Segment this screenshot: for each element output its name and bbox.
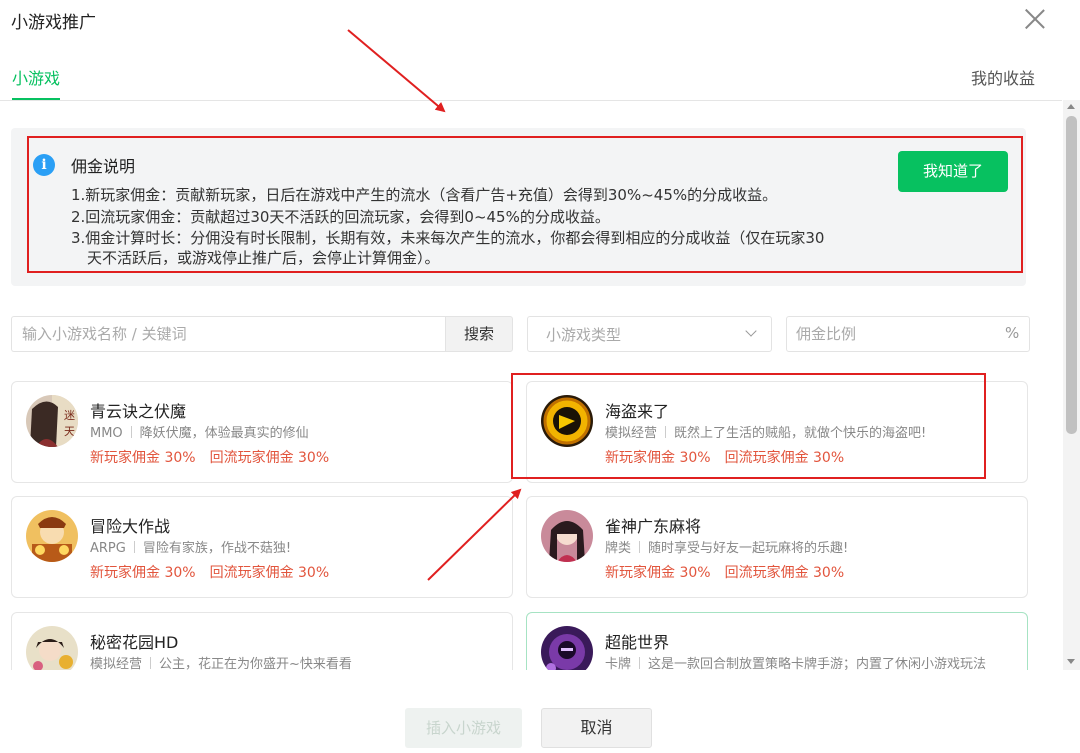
game-name: 青云诀之伏魔 bbox=[90, 402, 187, 421]
new-player-commission: 新玩家佣金 30% bbox=[90, 565, 196, 581]
meta-divider bbox=[639, 541, 641, 553]
commission-ratio-input[interactable] bbox=[796, 317, 996, 351]
meta-divider bbox=[150, 657, 152, 669]
game-avatar-image bbox=[26, 626, 78, 670]
game-avatar-image bbox=[26, 510, 78, 562]
return-player-commission: 回流玩家佣金 30% bbox=[209, 450, 330, 466]
dialog-title: 小游戏推广 bbox=[11, 13, 96, 33]
game-meta: ARPG 冒险有家族，作战不菇独! bbox=[90, 537, 510, 556]
game-type: MMO bbox=[90, 426, 123, 441]
game-card[interactable]: 雀神广东麻将 牌类 随时享受与好友一起玩麻将的乐趣! 新玩家佣金 30% 回流玩家佣… bbox=[526, 496, 1028, 598]
game-card[interactable]: 超能世界 卡牌 这是一款回合制放置策略卡牌手游；内置了休闲小游戏玩法 bbox=[526, 612, 1028, 670]
game-avatar bbox=[541, 510, 593, 562]
search-box bbox=[11, 316, 445, 352]
game-meta: 牌类 随时享受与好友一起玩麻将的乐趣! bbox=[605, 537, 1025, 556]
new-player-commission: 新玩家佣金 30% bbox=[90, 450, 196, 466]
game-avatar-image bbox=[541, 510, 593, 562]
game-type-select[interactable]: 小游戏类型 bbox=[527, 316, 772, 352]
meta-divider bbox=[133, 541, 135, 553]
game-name: 冒险大作战 bbox=[90, 517, 171, 536]
annotation-box bbox=[511, 373, 986, 479]
game-avatar bbox=[26, 626, 78, 670]
scroll-up-arrow-icon[interactable] bbox=[1067, 104, 1075, 109]
game-avatar: 迷 天 bbox=[26, 395, 78, 447]
search-button[interactable]: 搜索 bbox=[445, 316, 513, 352]
meta-divider bbox=[639, 657, 641, 669]
tab-bar: 小游戏 我的收益 bbox=[0, 60, 1062, 101]
game-commission: 新玩家佣金 30% 回流玩家佣金 30% bbox=[90, 562, 329, 582]
close-icon[interactable] bbox=[1024, 8, 1046, 30]
game-desc: 降妖伏魔，体验最真实的修仙 bbox=[139, 426, 309, 441]
meta-divider bbox=[130, 426, 132, 438]
svg-text:迷: 迷 bbox=[64, 409, 75, 422]
game-name: 超能世界 bbox=[605, 633, 670, 652]
percent-unit: % bbox=[1005, 324, 1020, 342]
game-avatar-image bbox=[541, 626, 593, 670]
game-avatar bbox=[26, 510, 78, 562]
game-type: 模拟经营 bbox=[90, 657, 143, 670]
scroll-thumb[interactable] bbox=[1066, 116, 1077, 434]
cancel-button[interactable]: 取消 bbox=[541, 708, 652, 748]
new-player-commission: 新玩家佣金 30% bbox=[605, 565, 711, 581]
game-type-placeholder: 小游戏类型 bbox=[546, 326, 622, 344]
game-avatar-image: 迷 天 bbox=[26, 395, 78, 447]
svg-text:天: 天 bbox=[64, 425, 75, 438]
game-desc: 公主，花正在为你盛开~快来看看 bbox=[159, 657, 352, 670]
game-card[interactable]: 迷 天 青云诀之伏魔 MMO 降妖伏魔，体验最真实的修仙 新玩家佣金 30% 回流玩… bbox=[11, 381, 513, 483]
commission-ratio-field: % bbox=[786, 316, 1030, 352]
game-desc: 这是一款回合制放置策略卡牌手游；内置了休闲小游戏玩法 bbox=[648, 657, 987, 670]
scroll-down-arrow-icon[interactable] bbox=[1067, 659, 1075, 664]
game-card[interactable]: 冒险大作战 ARPG 冒险有家族，作战不菇独! 新玩家佣金 30% 回流玩家佣金 3… bbox=[11, 496, 513, 598]
game-meta: MMO 降妖伏魔，体验最真实的修仙 bbox=[90, 422, 510, 441]
game-meta: 模拟经营 公主，花正在为你盛开~快来看看 bbox=[90, 653, 510, 670]
game-meta: 卡牌 这是一款回合制放置策略卡牌手游；内置了休闲小游戏玩法 bbox=[605, 653, 1010, 670]
game-name: 秘密花园HD bbox=[90, 633, 179, 652]
insert-mini-game-button[interactable]: 插入小游戏 bbox=[405, 708, 522, 748]
game-type: ARPG bbox=[90, 541, 126, 556]
chevron-down-icon bbox=[745, 325, 757, 337]
tab-mini-games[interactable]: 小游戏 bbox=[12, 65, 60, 89]
game-commission: 新玩家佣金 30% 回流玩家佣金 30% bbox=[90, 447, 329, 467]
game-card[interactable]: 秘密花园HD 模拟经营 公主，花正在为你盛开~快来看看 bbox=[11, 612, 513, 670]
game-avatar bbox=[541, 626, 593, 670]
game-type: 牌类 bbox=[605, 541, 632, 556]
search-input[interactable] bbox=[22, 317, 442, 351]
return-player-commission: 回流玩家佣金 30% bbox=[724, 565, 845, 581]
scrollbar[interactable] bbox=[1063, 100, 1080, 670]
tab-my-earnings[interactable]: 我的收益 bbox=[971, 65, 1035, 89]
tab-active-indicator bbox=[12, 98, 60, 100]
return-player-commission: 回流玩家佣金 30% bbox=[209, 565, 330, 581]
game-name: 雀神广东麻将 bbox=[605, 517, 702, 536]
game-type: 卡牌 bbox=[605, 657, 632, 670]
game-desc: 随时享受与好友一起玩麻将的乐趣! bbox=[648, 541, 849, 556]
game-desc: 冒险有家族，作战不菇独! bbox=[142, 541, 292, 556]
annotation-box bbox=[27, 136, 1023, 273]
game-commission: 新玩家佣金 30% 回流玩家佣金 30% bbox=[605, 562, 844, 582]
